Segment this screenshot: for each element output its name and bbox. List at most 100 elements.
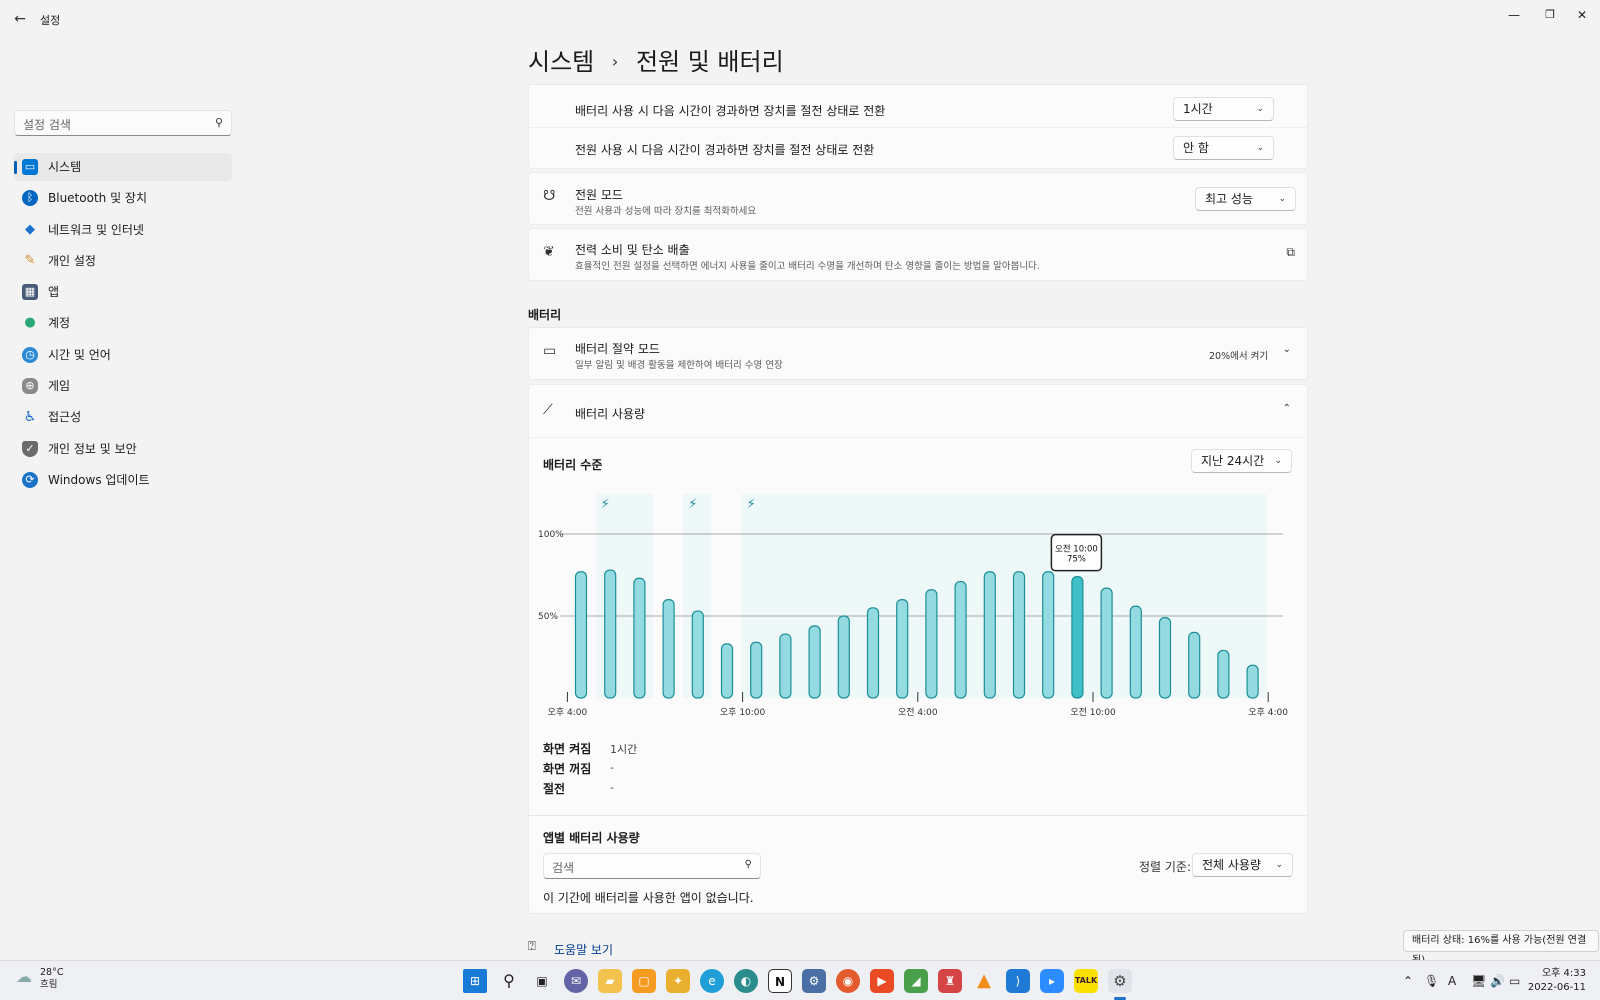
- sidebar-item-label: Bluetooth 및 장치: [48, 191, 148, 206]
- sidebar-item-label: 네트워크 및 인터넷: [48, 222, 144, 237]
- volume-icon[interactable]: 🔊: [1490, 974, 1505, 988]
- x-tick-label: 오전 10:00: [1070, 707, 1116, 716]
- globe-clock-icon: ◷: [22, 346, 38, 363]
- battery-bar: [1042, 571, 1055, 699]
- sidebar-item-accessibility[interactable]: ♿ 접근성: [14, 403, 232, 431]
- ime-indicator[interactable]: A: [1448, 974, 1456, 988]
- leaf-icon: ❦: [543, 244, 555, 260]
- clock[interactable]: 오후 4:33 2022-06-11: [1528, 967, 1586, 995]
- divider: [529, 815, 1307, 816]
- settings-search-input[interactable]: 설정 검색 ⚲: [14, 110, 232, 136]
- sidebar-item-system[interactable]: ▭ 시스템: [14, 153, 232, 181]
- battery-bar: [1246, 664, 1259, 699]
- power-mode-dropdown[interactable]: 최고 성능 ⌄: [1195, 187, 1296, 211]
- battery-bar: [1071, 576, 1084, 699]
- sidebar-item-windows-update[interactable]: ⟳ Windows 업데이트: [14, 466, 232, 494]
- clock-date: 2022-06-11: [1527, 982, 1586, 993]
- start-icon[interactable]: ⊞: [463, 969, 487, 993]
- microphone-icon[interactable]: 🎙: [1424, 974, 1439, 988]
- stat-value: -: [610, 781, 614, 794]
- sidebar-item-accounts[interactable]: ● 계정: [14, 309, 232, 337]
- sidebar-item-apps[interactable]: ▦ 앱: [14, 278, 232, 306]
- battery-bar: [691, 610, 704, 699]
- app-icon[interactable]: ⚙: [802, 969, 826, 993]
- x-tick-label: 오후 4:00: [1248, 707, 1288, 716]
- account-icon: ●: [24, 315, 36, 331]
- zoom-icon[interactable]: ▸: [1040, 969, 1064, 993]
- stat-label: 화면 꺼짐: [543, 762, 592, 776]
- battery-level-chart: ⚡ ⚡ ⚡ 100% 50% 오후 4:00 오후 10:00 오전 4:00 오전 10:00…: [538, 486, 1308, 718]
- brush-icon: ✎: [24, 252, 36, 268]
- sidebar-item-network[interactable]: ◆ 네트워크 및 인터넷: [14, 216, 232, 244]
- external-link-icon: ⧉: [1286, 245, 1295, 259]
- search-icon: ⚲: [214, 116, 223, 129]
- power-consumption-card[interactable]: ❦ 전력 소비 및 탄소 배출 효율적인 전원 설정을 선택하면 에너지 사용을…: [528, 228, 1308, 281]
- battery-saver-value: 20%에서 켜기: [1209, 351, 1269, 362]
- battery-bar: [1012, 571, 1026, 699]
- y-tick-label: 100%: [538, 530, 564, 540]
- battery-icon[interactable]: ▭: [1509, 974, 1520, 988]
- notion-icon[interactable]: N: [768, 969, 792, 993]
- network-icon[interactable]: 🖥: [1471, 974, 1486, 988]
- battery-bar: [1158, 617, 1172, 699]
- app-search-input[interactable]: 검색 ⚲: [543, 853, 761, 879]
- sidebar-item-bluetooth[interactable]: ᛒ Bluetooth 및 장치: [14, 184, 232, 212]
- edge-browser-icon[interactable]: e: [700, 969, 724, 993]
- app-icon[interactable]: ♜: [938, 969, 962, 993]
- task-view-icon[interactable]: ▣: [530, 969, 554, 993]
- help-link[interactable]: 도움말 보기: [554, 941, 613, 958]
- sidebar-item-time-language[interactable]: ◷ 시간 및 언어: [14, 341, 232, 369]
- back-button[interactable]: ←: [8, 8, 32, 30]
- sidebar-item-label: 게임: [48, 379, 71, 394]
- chevron-down-icon[interactable]: ⌄: [1283, 344, 1291, 355]
- search-icon[interactable]: ⚲: [497, 969, 521, 993]
- close-button[interactable]: ✕: [1564, 4, 1600, 26]
- sidebar-item-privacy[interactable]: ✓ 개인 정보 및 보안: [14, 435, 232, 463]
- battery-section-label: 배터리: [528, 308, 562, 322]
- dropdown-value: 전체 사용량: [1202, 858, 1262, 872]
- app-icon[interactable]: ▢: [632, 969, 656, 993]
- vlc-icon[interactable]: ▲: [972, 969, 996, 993]
- period-dropdown[interactable]: 지난 24시간 ⌄: [1191, 449, 1292, 473]
- app-icon[interactable]: ◉: [836, 969, 860, 993]
- battery-bar: [1188, 631, 1201, 699]
- app-icon[interactable]: ▶: [870, 969, 894, 993]
- battery-bar: [954, 580, 967, 699]
- search-placeholder: 설정 검색: [23, 118, 71, 132]
- battery-bar: [925, 589, 938, 699]
- x-tick-label: 오후 10:00: [720, 707, 766, 716]
- kakaotalk-icon[interactable]: TALK: [1074, 969, 1098, 993]
- sort-label: 정렬 기준:: [1139, 860, 1192, 874]
- app-icon[interactable]: ✦: [666, 969, 690, 993]
- battery-saver-title: 배터리 절약 모드: [575, 342, 660, 356]
- maximize-button[interactable]: ❐: [1532, 4, 1568, 26]
- dropdown-value: 안 함: [1183, 141, 1209, 155]
- sidebar-item-gaming[interactable]: ⊕ 게임: [14, 372, 232, 400]
- battery-usage-header[interactable]: ⟋ 배터리 사용량 ⌃: [529, 385, 1307, 438]
- app-icon[interactable]: ◐: [734, 969, 758, 993]
- stat-value: 1시간: [610, 743, 638, 756]
- battery-bar: [720, 643, 734, 699]
- chevron-up-icon[interactable]: ⌃: [1283, 403, 1291, 414]
- chat-icon[interactable]: ✉: [564, 969, 588, 993]
- breadcrumb-parent[interactable]: 시스템: [528, 48, 594, 76]
- shield-icon: ✓: [22, 440, 38, 457]
- plugged-sleep-dropdown[interactable]: 안 함 ⌄: [1173, 136, 1274, 160]
- battery-saver-subtitle: 일부 알림 및 배경 활동을 제한하여 배터리 수명 연장: [575, 360, 783, 371]
- chevron-up-icon[interactable]: ⌃: [1403, 974, 1413, 988]
- battery-bar: [1129, 605, 1142, 699]
- battery-saver-card[interactable]: ▭ 배터리 절약 모드 일부 알림 및 배경 활동을 제한하여 배터리 수명 연…: [528, 327, 1308, 380]
- sort-dropdown[interactable]: 전체 사용량 ⌄: [1192, 853, 1293, 877]
- chevron-down-icon: ⌄: [1275, 860, 1283, 870]
- battery-bar: [662, 598, 675, 699]
- apps-icon: ▦: [22, 284, 38, 301]
- minimize-button[interactable]: —: [1496, 4, 1532, 26]
- app-icon[interactable]: ◢: [904, 969, 928, 993]
- file-explorer-icon[interactable]: ▰: [598, 969, 622, 993]
- x-tick-label: 오전 4:00: [898, 707, 938, 716]
- vscode-icon[interactable]: ⟩: [1006, 969, 1030, 993]
- sidebar-item-personalization[interactable]: ✎ 개인 설정: [14, 247, 232, 275]
- battery-sleep-dropdown[interactable]: 1시간 ⌄: [1173, 97, 1274, 121]
- power-consumption-subtitle: 효율적인 전원 설정을 선택하면 에너지 사용을 줄이고 배터리 수명을 개선하…: [575, 261, 1040, 272]
- settings-gear-icon[interactable]: ⚙: [1108, 969, 1132, 993]
